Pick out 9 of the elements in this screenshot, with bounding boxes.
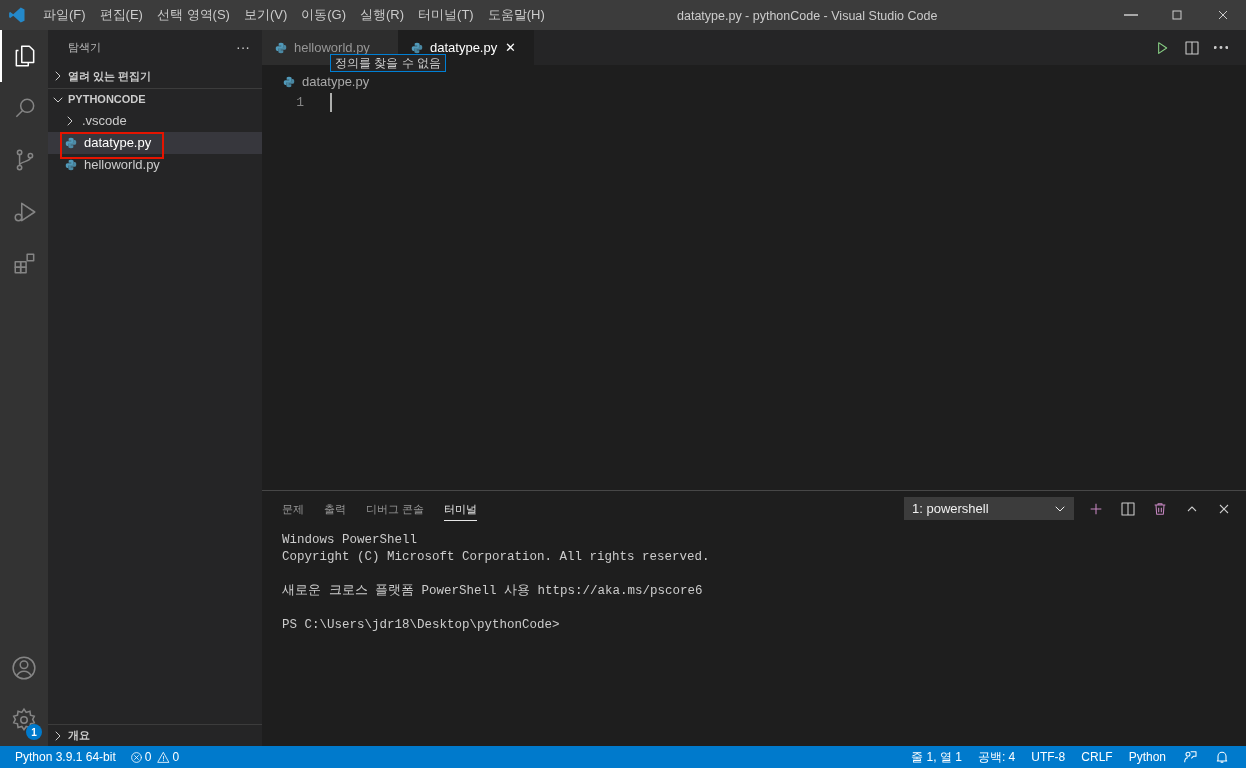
- terminal-line: Copyright (C) Microsoft Corporation. All rights reserved.: [282, 549, 711, 566]
- sidebar-title: 탐색기: [68, 40, 101, 56]
- terminal-line: 새로운 크로스 플랫폼 PowerShell 사용 https://aka.ms/pscore6: [282, 583, 704, 600]
- window-title: datatype.py - pythonCode - Visual Studio Code: [677, 8, 938, 25]
- terminal-line: PS C:\Users\jdr18\Desktop\pythonCode>: [282, 617, 561, 634]
- terminal-line: Windows PowerShell: [282, 532, 419, 549]
- tooltip: 정의를 찾을 수 없음: [330, 54, 446, 72]
- notification-badge: 1: [26, 724, 42, 740]
- line-number: 1: [295, 94, 304, 112]
